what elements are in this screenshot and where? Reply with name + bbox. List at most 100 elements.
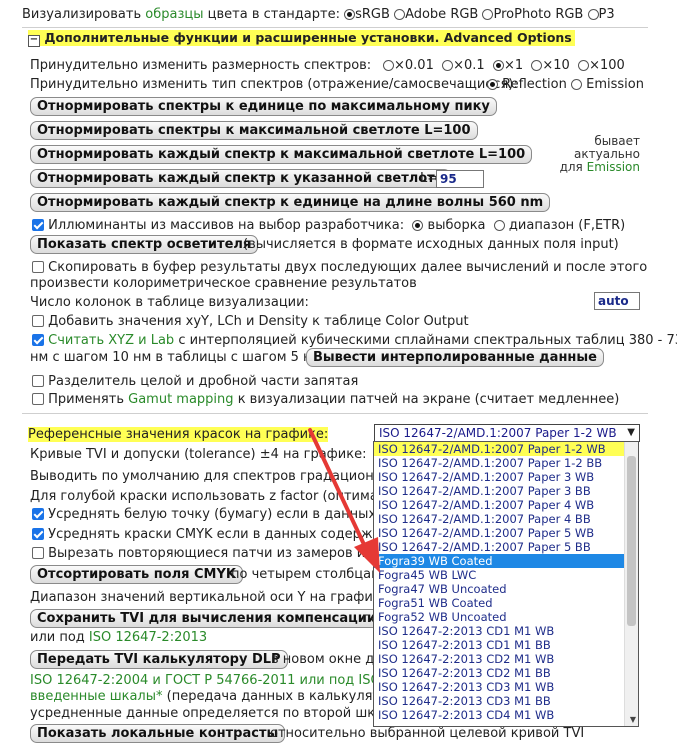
iso-2004-link[interactable]: ISO 12647-2:2004 и ГОСТ Р 54766-2011 или…: [30, 673, 393, 688]
sort-cmyk-button[interactable]: Отсортировать поля CMYK: [30, 565, 243, 584]
radio-x001[interactable]: [383, 60, 394, 71]
divider-2: [22, 413, 648, 414]
divider: [22, 27, 648, 28]
dropdown-option[interactable]: ISO 12647-2:2013 CD1 M1 BB: [374, 638, 638, 652]
scroll-down-icon[interactable]: ▼: [630, 715, 636, 724]
radio-adobe-rgb[interactable]: [394, 9, 406, 20]
note-line-3: для: [559, 160, 583, 174]
columns-input[interactable]: auto: [594, 292, 640, 310]
spectrum-type-label: Принудительно изменить тип спектров (отр…: [30, 77, 518, 92]
avg-data-label: усредненные данные определяется по второ…: [30, 706, 409, 721]
avg-cmyk-checkbox[interactable]: [32, 528, 44, 540]
add-values-row: Добавить значения xyY, LCh и Density к т…: [32, 314, 469, 329]
avg-white-checkbox[interactable]: [32, 508, 44, 520]
dropdown-option[interactable]: Fogra39 WB Coated: [374, 554, 638, 568]
calc-link[interactable]: Считать XYZ и Lab: [48, 333, 174, 348]
calc-line-1: с интерполяцией кубическими сплайнами сп…: [178, 333, 677, 348]
radio-range[interactable]: [493, 220, 505, 231]
gamut-link[interactable]: Gamut mapping: [128, 392, 233, 407]
dropdown-option[interactable]: ISO 12647-2:2013 CD3 M1 WB: [374, 680, 638, 694]
normalize-max-lightness-button[interactable]: Отнормировать спектры к максимальной све…: [30, 121, 478, 140]
dropdown-option[interactable]: ISO 12647-2:2013 CD2 M1 BB: [374, 666, 638, 680]
or-under-label: или под: [30, 630, 85, 645]
dropdown-scrollbar[interactable]: ▼: [624, 442, 638, 726]
label-srgb: sRGB: [355, 7, 390, 22]
scales-link[interactable]: введенные шкалы*: [30, 689, 163, 704]
show-illuminant-button[interactable]: Показать спектр осветителя: [30, 235, 259, 254]
dropdown-option[interactable]: ISO 12647-2/AMD.1:2007 Paper 5 BB: [374, 540, 638, 554]
visualize-prefix: Визуализировать: [22, 7, 142, 22]
radio-x1[interactable]: [492, 60, 504, 71]
copy-buffer-checkbox[interactable]: [32, 261, 44, 273]
illuminant-note: (вычисляется в формате исходных данных п…: [243, 237, 619, 252]
label-x1: ×1: [503, 58, 524, 73]
emission-note: бывает актуально для Emission: [560, 135, 640, 174]
calc-checkbox[interactable]: [32, 334, 44, 346]
advanced-options-toggle[interactable]: − Дополнительные функции и расширенные у…: [28, 30, 575, 47]
spectrum-type-options: Reflection Emission: [487, 77, 644, 92]
dropdown-option[interactable]: ISO 12647-2/AMD.1:2007 Paper 3 BB: [374, 484, 638, 498]
radio-x01[interactable]: [442, 60, 454, 71]
normalize-560-button[interactable]: Отнормировать каждый спектр к единице на…: [30, 193, 551, 212]
local-contrast-button[interactable]: Показать локальные контрасты: [30, 724, 286, 743]
gamut-checkbox[interactable]: [32, 393, 44, 405]
label-x001: ×0.01: [394, 58, 434, 73]
calc-row: Считать XYZ и Lab с интерполяцией кубиче…: [32, 333, 677, 348]
dropdown-option[interactable]: ISO 12647-2/AMD.1:2007 Paper 1-2 BB: [374, 456, 638, 470]
contrast-suffix: относительно выбранной целевой кривой TV…: [270, 726, 585, 741]
dropdown-option[interactable]: ISO 12647-2/AMD.1:2007 Paper 3 WB: [374, 470, 638, 484]
radio-prophoto-rgb[interactable]: [482, 9, 494, 20]
radio-emission[interactable]: [570, 79, 582, 90]
chevron-down-icon: ▼: [627, 427, 635, 438]
dropdown-option[interactable]: ISO 12647-2/AMD.1:2007 Paper 5 WB: [374, 526, 638, 540]
add-values-label: Добавить значения xyY, LCh и Density к т…: [48, 314, 469, 329]
illuminants-checkbox[interactable]: [32, 219, 44, 231]
radio-p3[interactable]: [587, 9, 599, 20]
interpolated-data-button[interactable]: Вывести интерполированные данные: [306, 348, 604, 367]
normalize-each-lightness-button[interactable]: Отнормировать каждый спектр к указанной …: [30, 169, 451, 188]
normalize-each-max-lightness-button[interactable]: Отнормировать каждый спектр к максимальн…: [30, 145, 533, 164]
reference-select[interactable]: ISO 12647-2/AMD.1:2007 Paper 1-2 WB ▼: [374, 424, 640, 442]
lightness-input[interactable]: 95: [436, 170, 484, 188]
reference-dropdown-list[interactable]: ISO 12647-2/AMD.1:2007 Paper 1-2 WB ISO 1…: [373, 441, 639, 727]
label-range: диапазон (F,ETR): [508, 218, 626, 233]
dropdown-option[interactable]: Fogra51 WB Coated: [374, 596, 638, 610]
dropdown-option[interactable]: ISO 12647-2/AMD.1:2007 Paper 4 WB: [374, 498, 638, 512]
normalize-peak-button[interactable]: Отнормировать спектры к единице по макси…: [30, 97, 497, 116]
iso-2013-link[interactable]: ISO 12647-2:2013: [89, 630, 207, 645]
label-prophoto-rgb: ProPhoto RGB: [493, 7, 584, 22]
label-x10: ×10: [542, 58, 570, 73]
label-adobe-rgb: Adobe RGB: [405, 7, 479, 22]
collapse-icon: −: [28, 34, 40, 47]
decimal-checkbox[interactable]: [32, 375, 44, 387]
save-tvi-button[interactable]: Сохранить TVI для вычисления компенсации: [30, 609, 384, 628]
dimension-options: ×0.01 ×0.1 ×1 ×10 ×100: [383, 58, 625, 73]
radio-reflection[interactable]: [487, 79, 498, 90]
label-emission: Emission: [586, 77, 644, 92]
dropdown-option[interactable]: ISO 12647-2:2013 CD1 M1 WB: [374, 624, 638, 638]
samples-link[interactable]: образцы: [145, 7, 203, 22]
red-arrow-icon: [308, 428, 380, 573]
emission-link[interactable]: Emission: [587, 160, 640, 174]
radio-x10[interactable]: [531, 60, 543, 71]
label-x100: ×100: [589, 58, 625, 73]
add-values-checkbox[interactable]: [32, 315, 44, 327]
dropdown-option[interactable]: Fogra52 WB Uncoated: [374, 610, 638, 624]
dropdown-option[interactable]: ISO 12647-2:2013 CD4 M1 WB: [374, 708, 638, 722]
or-under-row: или под ISO 12647-2:2013: [30, 630, 207, 645]
dropdown-option[interactable]: ISO 12647-2/AMD.1:2007 Paper 4 BB: [374, 512, 638, 526]
dropdown-option[interactable]: ISO 12647-2:2013 CD2 M1 WB: [374, 652, 638, 666]
dropdown-option[interactable]: ISO 12647-2/AMD.1:2007 Paper 1-2 WB: [374, 442, 638, 456]
radio-x100[interactable]: [578, 60, 590, 71]
dropdown-option[interactable]: Fogra45 WB LWC: [374, 568, 638, 582]
scrollbar-thumb[interactable]: [627, 456, 636, 626]
radio-sample[interactable]: [412, 220, 424, 231]
dropdown-option[interactable]: Fogra47 WB Uncoated: [374, 582, 638, 596]
scales-row: введенные шкалы* (передача данных в каль…: [30, 689, 410, 704]
radio-srgb[interactable]: [344, 9, 356, 20]
dropdown-option[interactable]: ISO 12647-2:2013 CD3 M1 BB: [374, 694, 638, 708]
send-suffix: в новом окне дл: [271, 652, 383, 667]
send-tvi-button[interactable]: Передать TVI калькулятору DLP: [30, 650, 288, 669]
copy-buffer-line-2: произвести колориметрическое сравнение р…: [30, 276, 417, 291]
cut-repeats-checkbox[interactable]: [32, 547, 44, 559]
